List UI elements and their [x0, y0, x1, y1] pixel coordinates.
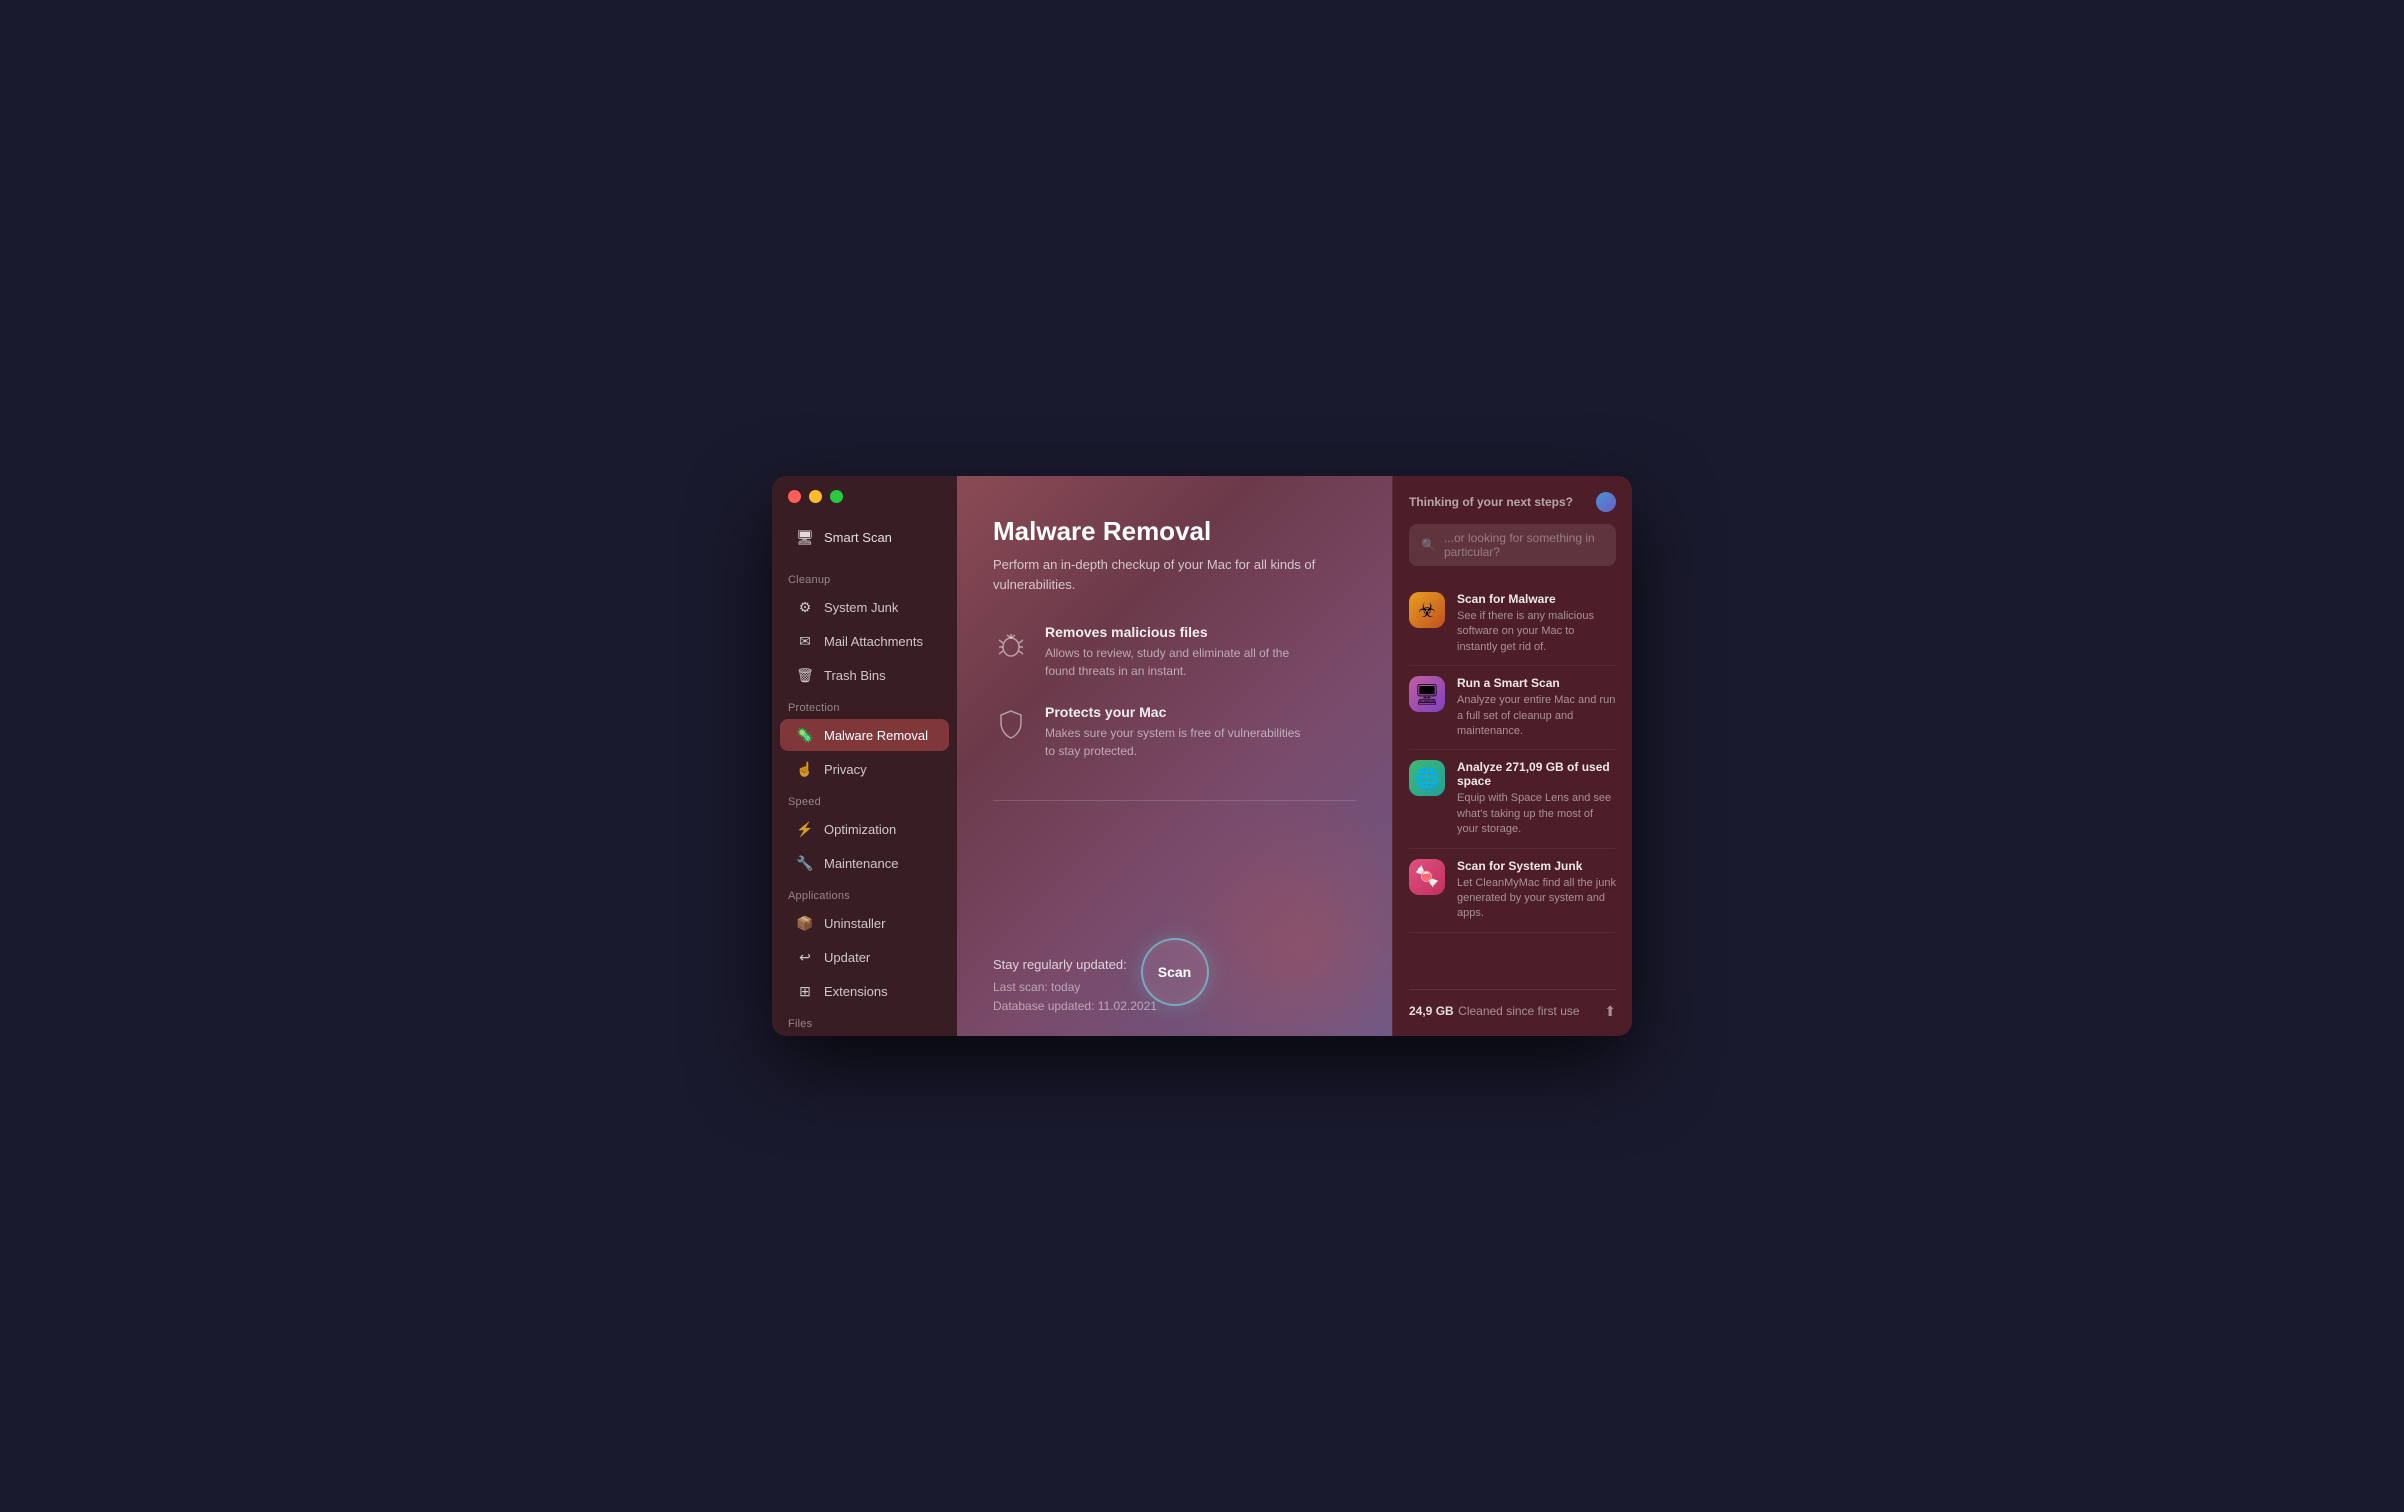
- sidebar-item-smart-scan[interactable]: 🖥 Smart Scan: [780, 520, 949, 554]
- panel-item-title-junk: Scan for System Junk: [1457, 859, 1616, 873]
- mail-attachments-icon: ✉: [796, 632, 814, 650]
- sidebar-label-maintenance: Maintenance: [824, 856, 898, 871]
- optimization-icon: ⚡: [796, 820, 814, 838]
- extensions-icon: ⊞: [796, 982, 814, 1000]
- panel-dot: [1596, 492, 1616, 512]
- shield-icon: [993, 706, 1029, 742]
- panel-item-desc-smart: Analyze your entire Mac and run a full s…: [1457, 693, 1616, 739]
- panel-header: Thinking of your next steps?: [1409, 492, 1616, 512]
- system-junk-icon: ⚙: [796, 598, 814, 616]
- feature-title-protects: Protects your Mac: [1045, 704, 1305, 720]
- smart-scan-icon: 🖥: [796, 528, 814, 546]
- scan-button-container: Scan: [1141, 938, 1209, 1006]
- smart-scan-panel-icon: 🖥: [1409, 676, 1445, 712]
- sidebar-item-maintenance[interactable]: 🔧 Maintenance: [780, 847, 949, 879]
- sidebar-label-privacy: Privacy: [824, 762, 867, 777]
- sidebar-smart-scan-label: Smart Scan: [824, 530, 892, 545]
- search-icon: 🔍: [1421, 538, 1436, 552]
- share-icon[interactable]: ⬆: [1604, 1003, 1616, 1020]
- section-label-files: Files: [772, 1008, 957, 1034]
- sidebar-label-mail-attachments: Mail Attachments: [824, 634, 923, 649]
- sidebar-item-system-junk[interactable]: ⚙ System Junk: [780, 591, 949, 623]
- updater-icon: ↩: [796, 948, 814, 966]
- divider: [993, 800, 1356, 801]
- panel-item-desc-space: Equip with Space Lens and see what's tak…: [1457, 791, 1616, 837]
- feature-list: Removes malicious files Allows to review…: [993, 624, 1356, 760]
- sidebar-label-extensions: Extensions: [824, 984, 888, 999]
- panel-item-scan-malware[interactable]: ☣ Scan for Malware See if there is any m…: [1409, 582, 1616, 666]
- section-label-protection: Protection: [772, 692, 957, 718]
- sidebar-label-trash-bins: Trash Bins: [824, 668, 886, 683]
- maintenance-icon: 🔧: [796, 854, 814, 872]
- space-lens-panel-icon: 🌐: [1409, 760, 1445, 796]
- uninstaller-icon: 📦: [796, 914, 814, 932]
- panel-item-desc-junk: Let CleanMyMac find all the junk generat…: [1457, 876, 1616, 922]
- search-placeholder-text: ...or looking for something in particula…: [1444, 531, 1604, 559]
- traffic-lights: [788, 490, 843, 503]
- cleaned-amount: 24,9 GB: [1409, 1004, 1454, 1018]
- panel-title: Thinking of your next steps?: [1409, 495, 1573, 509]
- cleaned-label: Cleaned since first use: [1458, 1004, 1579, 1018]
- panel-item-desc-malware: See if there is any malicious software o…: [1457, 609, 1616, 655]
- page-title: Malware Removal: [993, 516, 1356, 547]
- sidebar-label-updater: Updater: [824, 950, 870, 965]
- feature-desc-removes: Allows to review, study and eliminate al…: [1045, 644, 1305, 680]
- feature-protects-mac: Protects your Mac Makes sure your system…: [993, 704, 1356, 760]
- privacy-icon: ☝: [796, 760, 814, 778]
- app-window: 🖥 Smart Scan Cleanup ⚙ System Junk ✉ Mai…: [772, 476, 1632, 1036]
- section-label-applications: Applications: [772, 880, 957, 906]
- panel-item-analyze-space[interactable]: 🌐 Analyze 271,09 GB of used space Equip …: [1409, 750, 1616, 848]
- minimize-button[interactable]: [809, 490, 822, 503]
- close-button[interactable]: [788, 490, 801, 503]
- sidebar-item-extensions[interactable]: ⊞ Extensions: [780, 975, 949, 1007]
- section-label-speed: Speed: [772, 786, 957, 812]
- panel-footer: 24,9 GB Cleaned since first use ⬆: [1409, 989, 1616, 1020]
- sidebar-label-uninstaller: Uninstaller: [824, 916, 885, 931]
- feature-title-removes: Removes malicious files: [1045, 624, 1305, 640]
- sidebar-label-optimization: Optimization: [824, 822, 896, 837]
- panel-item-title-malware: Scan for Malware: [1457, 592, 1616, 606]
- right-panel: Thinking of your next steps? 🔍 ...or loo…: [1392, 476, 1632, 1036]
- search-bar[interactable]: 🔍 ...or looking for something in particu…: [1409, 524, 1616, 566]
- main-content: Malware Removal Perform an in-depth chec…: [957, 476, 1392, 1036]
- panel-item-smart-scan[interactable]: 🖥 Run a Smart Scan Analyze your entire M…: [1409, 666, 1616, 750]
- sidebar: 🖥 Smart Scan Cleanup ⚙ System Junk ✉ Mai…: [772, 476, 957, 1036]
- sidebar-label-system-junk: System Junk: [824, 600, 898, 615]
- feature-desc-protects: Makes sure your system is free of vulner…: [1045, 724, 1305, 760]
- bug-icon: [993, 626, 1029, 662]
- panel-item-title-space: Analyze 271,09 GB of used space: [1457, 760, 1616, 788]
- panel-item-scan-junk[interactable]: 🍬 Scan for System Junk Let CleanMyMac fi…: [1409, 849, 1616, 933]
- maximize-button[interactable]: [830, 490, 843, 503]
- scan-button[interactable]: Scan: [1141, 938, 1209, 1006]
- section-label-cleanup: Cleanup: [772, 564, 957, 590]
- sidebar-item-trash-bins[interactable]: 🗑 Trash Bins: [780, 659, 949, 691]
- feature-removes-malicious: Removes malicious files Allows to review…: [993, 624, 1356, 680]
- malware-removal-icon: 🦠: [796, 726, 814, 744]
- sidebar-item-optimization[interactable]: ⚡ Optimization: [780, 813, 949, 845]
- sidebar-item-privacy[interactable]: ☝ Privacy: [780, 753, 949, 785]
- sidebar-item-space-lens[interactable]: ◎ Space Lens: [780, 1035, 949, 1036]
- panel-item-title-smart: Run a Smart Scan: [1457, 676, 1616, 690]
- page-subtitle: Perform an in-depth checkup of your Mac …: [993, 555, 1333, 594]
- sidebar-item-updater[interactable]: ↩ Updater: [780, 941, 949, 973]
- sidebar-item-uninstaller[interactable]: 📦 Uninstaller: [780, 907, 949, 939]
- sidebar-label-malware-removal: Malware Removal: [824, 728, 928, 743]
- sidebar-item-mail-attachments[interactable]: ✉ Mail Attachments: [780, 625, 949, 657]
- trash-bins-icon: 🗑: [796, 666, 814, 684]
- junk-panel-icon: 🍬: [1409, 859, 1445, 895]
- malware-panel-icon: ☣: [1409, 592, 1445, 628]
- sidebar-item-malware-removal[interactable]: 🦠 Malware Removal: [780, 719, 949, 751]
